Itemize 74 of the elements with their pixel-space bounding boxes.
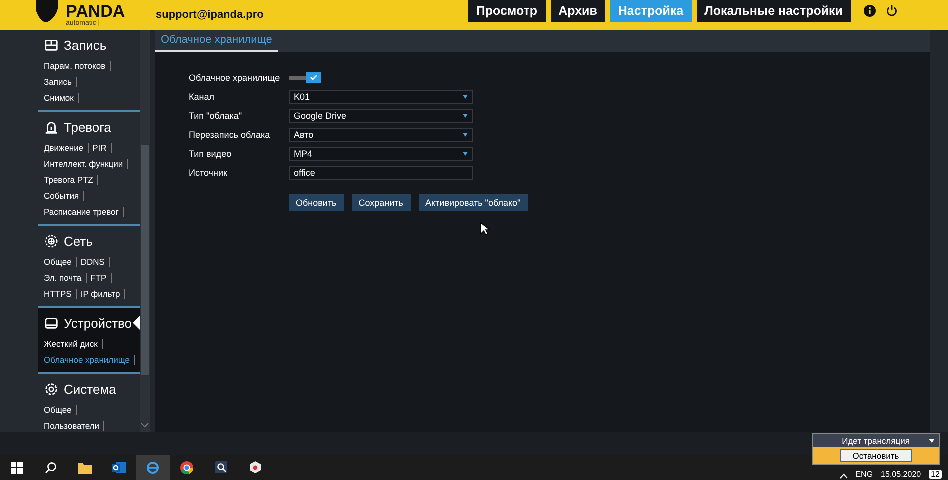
sidebar-link[interactable]: IP фильтр xyxy=(80,289,126,299)
sidebar-link[interactable]: Расписание тревог xyxy=(44,207,124,217)
stop-button[interactable]: Остановить xyxy=(840,449,912,462)
chevron-down-icon[interactable] xyxy=(141,423,149,428)
section-title[interactable]: Тревога xyxy=(64,120,112,134)
date-text: 15.05.2020 xyxy=(881,470,922,479)
settings-icon xyxy=(44,382,59,396)
check-icon xyxy=(310,74,318,81)
sidebar-link[interactable]: Пользователи xyxy=(44,421,104,431)
caret-icon xyxy=(463,132,468,136)
language-indicator[interactable]: ENG xyxy=(856,470,874,479)
globe-icon xyxy=(44,234,59,248)
sidebar-link[interactable]: FTP xyxy=(90,273,112,283)
sidebar-link[interactable]: Облачное хранилище xyxy=(44,355,136,365)
mail-app-icon[interactable] xyxy=(112,461,126,474)
windows-icon[interactable] xyxy=(11,462,23,474)
sidebar-link[interactable]: Общее xyxy=(44,405,77,415)
caret-icon xyxy=(463,152,468,156)
sidebar-link[interactable]: Тревога PTZ xyxy=(44,175,98,185)
sidebar-link[interactable]: Общее xyxy=(44,257,77,267)
section-title[interactable]: Система xyxy=(64,382,116,396)
sidebar-link[interactable]: Запись xyxy=(44,77,77,87)
action-button[interactable]: Сохранить xyxy=(352,194,410,211)
caret-icon xyxy=(463,114,468,118)
monitor-app-icon[interactable] xyxy=(214,461,228,474)
cursor-icon xyxy=(480,222,490,236)
nav-tab[interactable]: Архив xyxy=(550,0,606,22)
nav-tab[interactable]: Просмотр xyxy=(468,0,546,22)
select-field[interactable]: K01 xyxy=(289,90,473,104)
field-label: Тип видео xyxy=(189,148,233,158)
monitor-icon xyxy=(44,316,59,330)
select-field[interactable]: Авто xyxy=(289,128,473,142)
folder-icon[interactable] xyxy=(78,462,92,474)
select-field[interactable]: MP4 xyxy=(289,146,473,160)
nav-tab[interactable]: Локальные настройки xyxy=(696,0,851,22)
search-icon[interactable] xyxy=(45,462,57,474)
browser-e-icon[interactable] xyxy=(146,460,160,474)
caret-icon[interactable] xyxy=(929,438,935,442)
sidebar-link[interactable]: Парам. потоков xyxy=(44,61,111,71)
section-title[interactable]: Запись xyxy=(64,38,107,52)
bell-icon xyxy=(44,120,59,134)
logo-text: PANDA xyxy=(66,3,126,20)
app-icon[interactable] xyxy=(248,461,262,474)
info-icon[interactable] xyxy=(864,5,876,17)
sidebar-link[interactable]: DDNS xyxy=(80,257,110,267)
sidebar-link[interactable]: Снимок xyxy=(44,93,79,103)
support-email: support@ipanda.pro xyxy=(156,9,264,23)
field-label: Облачное хранилище xyxy=(189,72,282,82)
sidebar-link[interactable]: PIR xyxy=(92,143,112,153)
field-label: Перезапись облака xyxy=(189,130,272,140)
caret-icon xyxy=(463,94,468,98)
toggle-switch[interactable] xyxy=(289,72,321,83)
browser-icon[interactable] xyxy=(180,460,194,474)
action-button[interactable]: Обновить xyxy=(289,194,344,211)
sidebar-link[interactable]: События xyxy=(44,191,84,201)
sidebar-link[interactable]: Движение xyxy=(44,143,89,153)
chevron-up-icon[interactable] xyxy=(840,473,848,479)
section-title[interactable]: Устройство xyxy=(64,316,132,330)
action-button[interactable]: Активировать "облако" xyxy=(418,194,528,211)
notification-badge[interactable]: 12 xyxy=(929,470,942,479)
camera-box-icon xyxy=(44,38,59,52)
sidebar-link[interactable]: HTTPS xyxy=(44,289,77,299)
sidebar-link[interactable]: Жесткий диск xyxy=(44,339,103,349)
sidebar-link[interactable]: Эл. почта xyxy=(44,273,87,283)
section-title[interactable]: Сеть xyxy=(64,234,93,248)
scrollbar-thumb[interactable] xyxy=(141,145,149,375)
input-field[interactable]: office xyxy=(289,166,473,180)
field-label: Канал xyxy=(189,92,216,102)
field-label: Тип "облака" xyxy=(189,110,244,120)
sidebar-link[interactable]: Интеллект. функции xyxy=(44,159,128,169)
power-icon[interactable] xyxy=(886,5,898,17)
field-label: Источник xyxy=(189,168,228,178)
popup-title: Идет трансляция xyxy=(842,436,910,446)
select-field[interactable]: Google Drive xyxy=(289,108,473,122)
